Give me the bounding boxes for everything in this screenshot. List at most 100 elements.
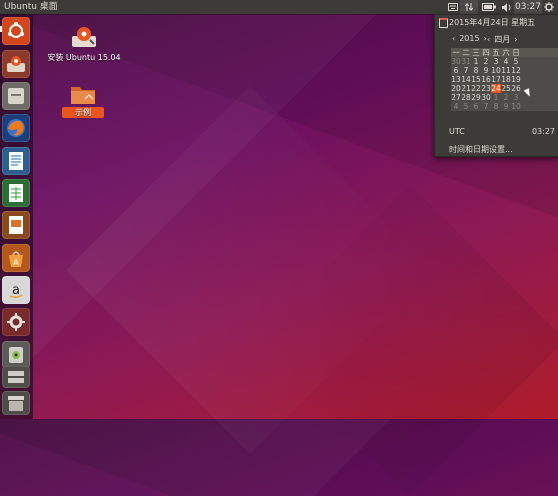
calendar-day[interactable]: 30 — [481, 93, 491, 102]
launcher-files[interactable] — [2, 82, 30, 110]
writer-icon — [9, 152, 23, 170]
svg-text:a: a — [12, 283, 20, 298]
calendar-day[interactable]: 19 — [511, 75, 521, 84]
calendar-day[interactable]: 12 — [511, 66, 521, 75]
launcher-cd-drive[interactable] — [2, 341, 30, 369]
volume-indicator[interactable] — [500, 0, 514, 14]
calendar-day[interactable]: 18 — [501, 75, 511, 84]
svg-text:A: A — [13, 258, 19, 267]
calendar-day[interactable]: 13 — [451, 75, 461, 84]
keyboard-indicator[interactable] — [446, 0, 460, 14]
timezone-label[interactable]: UTC — [449, 127, 465, 136]
calendar-day[interactable]: 5 — [461, 102, 471, 111]
calendar-day[interactable]: 2 — [501, 93, 511, 102]
chevron-left-icon[interactable]: ‹ — [452, 34, 455, 43]
launcher-firefox[interactable] — [2, 114, 30, 142]
desktop-icon-examples[interactable]: 示例 — [62, 83, 104, 118]
keyboard-icon — [448, 3, 458, 11]
calendar-day[interactable]: 4 — [451, 102, 461, 111]
year-label: 2015 — [459, 34, 480, 43]
calendar-day[interactable]: 9 — [501, 102, 511, 111]
calendar-day[interactable]: 7 — [461, 66, 471, 75]
calendar-menu: 2015年4月24日 星期五 ‹ 2015 › ‹ 四月 › 一 二 三 四 五… — [434, 14, 558, 157]
launcher-amazon[interactable]: a — [2, 276, 30, 304]
weekday-header: 一 — [452, 48, 460, 57]
calendar-day[interactable]: 22 — [471, 84, 481, 93]
folder-icon — [71, 87, 95, 104]
launcher-system-settings[interactable] — [2, 308, 30, 336]
network-icon — [465, 2, 473, 12]
clock-indicator[interactable]: 03:27 — [514, 0, 542, 14]
volume-icon — [502, 2, 511, 12]
calendar-day[interactable]: 27 — [451, 93, 461, 102]
chevron-left-icon[interactable]: ‹ — [487, 35, 490, 44]
calendar-day[interactable]: 17 — [491, 75, 501, 84]
chevron-right-icon[interactable]: › — [514, 35, 517, 44]
file-manager-icon — [8, 88, 24, 104]
weekday-header: 四 — [482, 48, 490, 57]
calendar-day[interactable]: 3 — [491, 57, 501, 66]
calendar-day[interactable]: 25 — [501, 84, 511, 93]
weekday-header: 日 — [512, 48, 520, 57]
calendar-day[interactable]: 2 — [481, 57, 491, 66]
weekday-header: 五 — [492, 48, 500, 57]
calendar-day[interactable]: 26 — [511, 84, 521, 93]
calendar-day[interactable]: 15 — [471, 75, 481, 84]
calendar-day[interactable]: 4 — [501, 57, 511, 66]
year-nav: ‹ 2015 › — [452, 34, 487, 43]
clock-text: 03:27 — [515, 2, 541, 12]
firefox-icon — [7, 119, 25, 137]
cd-drive-icon — [9, 347, 23, 363]
time-date-settings-link[interactable]: 时间和日期设置... — [449, 144, 513, 155]
calc-icon — [9, 184, 23, 202]
launcher-impress[interactable] — [2, 211, 30, 239]
network-indicator[interactable] — [460, 0, 478, 14]
calendar-date-line: 2015年4月24日 星期五 — [449, 18, 536, 27]
calendar-day[interactable]: 1 — [471, 57, 481, 66]
calendar-day[interactable]: 30 — [451, 57, 461, 66]
calendar-day[interactable]: 10 — [491, 66, 501, 75]
calendar-day[interactable]: 6 — [471, 102, 481, 111]
calendar-day[interactable]: 8 — [471, 66, 481, 75]
calendar-day[interactable]: 11 — [501, 66, 511, 75]
calendar-day[interactable]: 29 — [471, 93, 481, 102]
calendar-day[interactable]: 3 — [511, 93, 521, 102]
calendar-day[interactable]: 31 — [461, 57, 471, 66]
calendar-day[interactable]: 1 — [491, 93, 501, 102]
calendar-day[interactable]: 7 — [481, 102, 491, 111]
launcher-installer[interactable] — [2, 50, 30, 78]
launcher: A a — [0, 14, 33, 419]
calendar-day[interactable]: 10 — [511, 102, 521, 111]
launcher-workspaces[interactable] — [2, 366, 30, 388]
calendar-day[interactable]: 8 — [491, 102, 501, 111]
launcher-software-center[interactable]: A — [2, 244, 30, 272]
calendar-day-today[interactable]: 24 — [491, 84, 501, 93]
workspaces-icon — [8, 371, 24, 383]
wallpaper-facet — [66, 86, 434, 454]
battery-icon — [482, 3, 496, 11]
calendar-day[interactable]: 16 — [481, 75, 491, 84]
calendar-week: 4 5 6 7 8 9 10 — [451, 102, 558, 111]
launcher-writer[interactable] — [2, 147, 30, 175]
calendar-day[interactable]: 14 — [461, 75, 471, 84]
trash-icon — [8, 396, 24, 411]
calendar-day[interactable]: 5 — [511, 57, 521, 66]
weekday-header: 二 — [462, 48, 470, 57]
session-indicator[interactable] — [542, 0, 556, 14]
calendar-day[interactable]: 20 — [451, 84, 461, 93]
calendar-day[interactable]: 21 — [461, 84, 471, 93]
month-label: 四月 — [494, 35, 511, 44]
calendar-day[interactable]: 28 — [461, 93, 471, 102]
battery-indicator[interactable] — [480, 0, 498, 14]
top-panel: Ubuntu 桌面 03:27 — [0, 0, 558, 14]
desktop-icon-installer[interactable]: 安装 Ubuntu 15.04 — [44, 24, 124, 63]
launcher-dash-home[interactable] — [2, 17, 30, 45]
calendar-day[interactable]: 6 — [451, 66, 461, 75]
launcher-calc[interactable] — [2, 179, 30, 207]
launcher-trash[interactable] — [2, 391, 30, 415]
launcher-running-pip — [0, 26, 2, 32]
month-nav: ‹ 四月 › — [487, 34, 517, 45]
calendar-day[interactable]: 9 — [481, 66, 491, 75]
calendar-day[interactable]: 23 — [481, 84, 491, 93]
amazon-icon: a — [9, 283, 23, 299]
